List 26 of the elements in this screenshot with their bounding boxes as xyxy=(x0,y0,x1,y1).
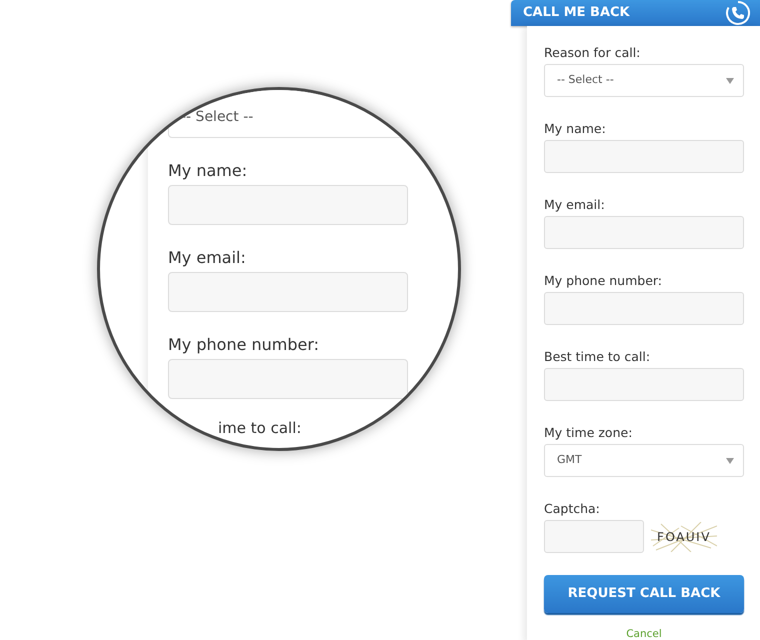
field-label: My name: xyxy=(544,122,607,136)
field-label: My name: xyxy=(168,160,248,182)
field-label: Best time to call: xyxy=(544,350,652,364)
field-label: My phone number: xyxy=(168,334,320,356)
captcha-field[interactable] xyxy=(544,520,644,553)
field-label: ime to call: xyxy=(218,419,302,437)
input-field[interactable] xyxy=(168,185,408,225)
input-field[interactable] xyxy=(544,368,744,401)
select-field[interactable]: GMT xyxy=(544,444,744,477)
captcha-image: FOAUIV xyxy=(651,522,717,552)
input-field[interactable] xyxy=(168,272,408,312)
input-field[interactable] xyxy=(544,216,744,249)
field-label: My email: xyxy=(168,247,247,269)
input-field[interactable] xyxy=(544,140,744,173)
field-label: Reason for call: xyxy=(544,46,642,60)
field-label: My email: xyxy=(544,198,606,212)
select-field[interactable]: -- Select -- xyxy=(544,64,744,97)
field-label: My time zone: xyxy=(544,426,634,440)
dropdown-caret-icon xyxy=(726,78,734,84)
field-label: My phone number: xyxy=(544,274,664,288)
field-label: Captcha: xyxy=(544,502,601,516)
input-field[interactable] xyxy=(168,359,408,399)
panel-title: CALL ME BACK xyxy=(523,4,630,22)
dropdown-caret-icon xyxy=(726,458,734,464)
request-call-back-button[interactable]: REQUEST CALL BACK xyxy=(544,575,744,613)
input-field[interactable] xyxy=(544,292,744,325)
